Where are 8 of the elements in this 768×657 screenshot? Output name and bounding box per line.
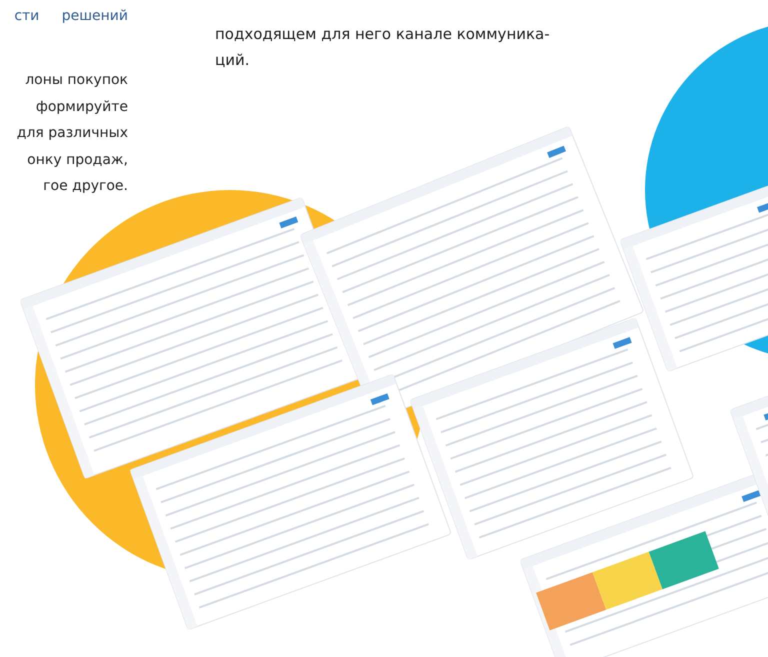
paragraph-line: лоны покупок bbox=[25, 71, 128, 90]
paragraph-line: ций. bbox=[215, 50, 250, 71]
paragraph-line: формируйте bbox=[36, 98, 128, 116]
paragraph-line: онку продаж, bbox=[27, 150, 128, 170]
paragraph-line: подходящем для него канале коммуника- bbox=[215, 24, 550, 45]
section-heading: сти решений bbox=[14, 7, 128, 26]
paragraph-line: гое другое. bbox=[43, 177, 128, 196]
paragraph-line: для различных bbox=[16, 124, 128, 143]
